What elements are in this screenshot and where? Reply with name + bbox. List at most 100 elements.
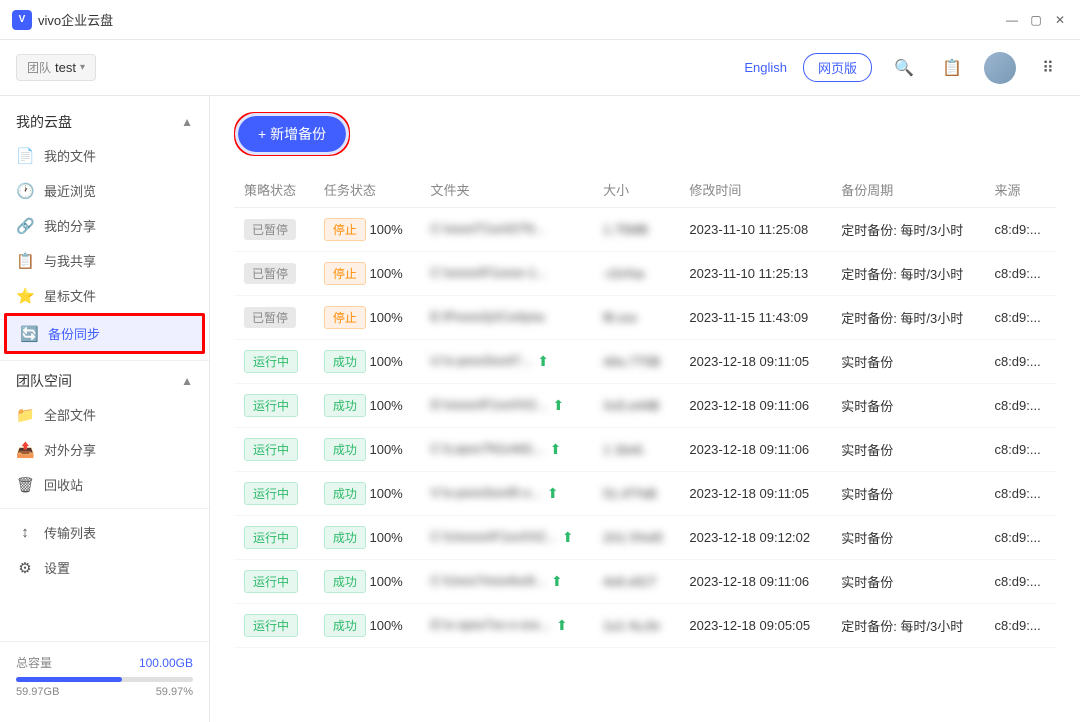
source-cell: c8:d9:... xyxy=(984,604,1056,648)
sidebar-item-starred[interactable]: ⭐ 星标文件 xyxy=(0,278,209,313)
policy-badge: 已暂停 xyxy=(244,263,296,284)
folder-cell: C:\xxxx\T1xx\GT9... xyxy=(421,208,594,252)
avatar[interactable] xyxy=(984,52,1016,84)
table-row[interactable]: 已暂停 停止 100% C:\xxxx\T1xx\GT9... 1.75MB 2… xyxy=(234,208,1056,252)
folder-path: C:\Uxxx7mxx4xx9... xyxy=(431,573,546,588)
notification-button[interactable]: 📋 xyxy=(936,52,968,84)
source-cell: c8:d9:... xyxy=(984,516,1056,560)
size-cell: f8.xxx xyxy=(593,296,679,340)
sidebar-item-all-files[interactable]: 📁 全部文件 xyxy=(0,397,209,432)
table-row[interactable]: 已暂停 停止 100% E:\Pxxxx2y\Cxxlyou f8.xxx 20… xyxy=(234,296,1056,340)
table-row[interactable]: 运行中 成功 100% D:\x-xpxx7xx-x-xxx... ⬆ 1u1 … xyxy=(234,604,1056,648)
backup-table-wrapper: 策略状态 任务状态 文件夹 大小 修改时间 备份周期 来源 已暂停 停止 100… xyxy=(210,172,1080,722)
add-backup-button[interactable]: + 新增备份 xyxy=(238,116,346,152)
close-button[interactable]: ✕ xyxy=(1052,12,1068,28)
col-source: 来源 xyxy=(984,172,1056,208)
size-value: 1u1 4u,6x xyxy=(603,618,660,633)
storage-info: 总容量 100.00GB 59.97GB 59.97% xyxy=(0,641,209,710)
policy-badge: 运行中 xyxy=(244,438,298,461)
task-status-cell: 成功 100% xyxy=(314,604,421,648)
folder-cell: D:\xxxxx\F1xxXX2... ⬆ xyxy=(421,384,594,428)
policy-status-cell: 已暂停 xyxy=(234,296,314,340)
sidebar-item-label: 设置 xyxy=(44,558,70,577)
policy-status-cell: 运行中 xyxy=(234,340,314,384)
table-row[interactable]: 运行中 成功 100% C:\Uxxxxx\F1xxXX2... ⬆ 2X1 5… xyxy=(234,516,1056,560)
backup-table: 策略状态 任务状态 文件夹 大小 修改时间 备份周期 来源 已暂停 停止 100… xyxy=(234,172,1056,648)
time-cell: 2023-12-18 09:11:06 xyxy=(679,560,831,604)
sidebar-item-recent[interactable]: 🕐 最近浏览 xyxy=(0,173,209,208)
policy-status-cell: 运行中 xyxy=(234,384,314,428)
source-cell: c8:d9:... xyxy=(984,384,1056,428)
size-value: 1.75MB xyxy=(603,222,648,237)
sidebar-item-backup-sync[interactable]: 🔄 备份同步 xyxy=(4,313,205,354)
size-value: Xx5.e44B xyxy=(603,398,659,413)
task-status-cell: 成功 100% xyxy=(314,384,421,428)
col-policy-status: 策略状态 xyxy=(234,172,314,208)
sidebar-item-external-share[interactable]: 📤 对外分享 xyxy=(0,432,209,467)
period-cell: 定时备份: 每时/3小时 xyxy=(831,252,984,296)
sidebar-item-label: 最近浏览 xyxy=(44,181,96,200)
folder-cell: C:\Uxxxxx\F1xxXX2... ⬆ xyxy=(421,516,594,560)
table-row[interactable]: 运行中 成功 100% V:\x-pxxxSxx45-x... ⬆ 51.4T%… xyxy=(234,472,1056,516)
task-badge: 成功 xyxy=(324,350,366,373)
period-cell: 实时备份 xyxy=(831,472,984,516)
folder-cell: U:\x-pxxxSxx47... ⬆ xyxy=(421,340,594,384)
source-cell: c8:d9:... xyxy=(984,296,1056,340)
task-pct: 100% xyxy=(369,618,402,633)
table-row[interactable]: 已暂停 停止 100% C:\xxxxx\F1xxxx-1... -r2x%a … xyxy=(234,252,1056,296)
table-row[interactable]: 运行中 成功 100% U:\x-pxxxSxx47... ⬆ 4Ax.7T5B… xyxy=(234,340,1056,384)
policy-status-cell: 运行中 xyxy=(234,472,314,516)
search-button[interactable]: 🔍 xyxy=(888,52,920,84)
task-pct: 100% xyxy=(369,398,402,413)
team-name: test xyxy=(55,60,76,75)
maximize-button[interactable]: ▢ xyxy=(1028,12,1044,28)
period-cell: 实时备份 xyxy=(831,384,984,428)
team-label: 团队 xyxy=(27,59,51,76)
all-files-icon: 📁 xyxy=(16,406,34,424)
toolbar: 团队 test ▾ English 网页版 🔍 📋 ⠿ xyxy=(0,40,1080,96)
sidebar-item-recycle[interactable]: 🗑 回收站 xyxy=(0,467,209,502)
grid-view-button[interactable]: ⠿ xyxy=(1032,52,1064,84)
folder-path: C:\Uxxxxx\F1xxXX2... xyxy=(431,529,557,544)
recent-icon: 🕐 xyxy=(16,182,34,200)
source-cell: c8:d9:... xyxy=(984,340,1056,384)
task-status-cell: 成功 100% xyxy=(314,560,421,604)
my-disk-collapse-icon[interactable]: ▲ xyxy=(181,115,193,129)
size-value: 4Ax.7T5B xyxy=(603,354,660,369)
folder-path: U:\x-pxxxSxx47... xyxy=(431,353,532,368)
table-row[interactable]: 运行中 成功 100% C:\Uxxx7mxx4xx9... ⬆ 4x9.x91… xyxy=(234,560,1056,604)
sidebar-item-shared-with-me[interactable]: 📋 与我共享 xyxy=(0,243,209,278)
sidebar-item-transfer-list[interactable]: ↕ 传输列表 xyxy=(0,515,209,550)
period-cell: 实时备份 xyxy=(831,428,984,472)
success-icon: ⬆ xyxy=(537,353,549,369)
sidebar-item-my-share[interactable]: 🔗 我的分享 xyxy=(0,208,209,243)
policy-status-cell: 已暂停 xyxy=(234,208,314,252)
source-cell: c8:d9:... xyxy=(984,472,1056,516)
add-backup-button-wrapper: + 新增备份 xyxy=(234,112,350,156)
sidebar-item-label: 我的分享 xyxy=(44,216,96,235)
team-space-title: 团队空间 xyxy=(16,371,72,391)
team-space-collapse-icon[interactable]: ▲ xyxy=(181,374,193,388)
my-disk-section-header: 我的云盘 ▲ xyxy=(0,108,209,136)
storage-pct: 59.97% xyxy=(156,686,193,698)
table-row[interactable]: 运行中 成功 100% C:\Lxpxx7N1x4d1... ⬆ 1 1bx6.… xyxy=(234,428,1056,472)
policy-badge: 已暂停 xyxy=(244,219,296,240)
team-selector[interactable]: 团队 test ▾ xyxy=(16,54,96,81)
size-cell: 4x9.x91T xyxy=(593,560,679,604)
col-folder: 文件夹 xyxy=(421,172,594,208)
size-cell: -r2x%a xyxy=(593,252,679,296)
storage-used: 59.97GB xyxy=(16,686,59,698)
content-header: + 新增备份 xyxy=(210,96,1080,156)
sidebar-item-settings[interactable]: ⚙ 设置 xyxy=(0,550,209,585)
storage-label: 总容量 xyxy=(16,654,52,671)
success-icon: ⬆ xyxy=(562,529,574,545)
webview-button[interactable]: 网页版 xyxy=(803,53,872,82)
table-row[interactable]: 运行中 成功 100% D:\xxxxx\F1xxXX2... ⬆ Xx5.e4… xyxy=(234,384,1056,428)
policy-badge: 已暂停 xyxy=(244,307,296,328)
minimize-button[interactable]: — xyxy=(1004,12,1020,28)
sidebar-item-my-files[interactable]: 📄 我的文件 xyxy=(0,138,209,173)
policy-badge: 运行中 xyxy=(244,570,298,593)
language-button[interactable]: English xyxy=(744,60,787,75)
task-pct: 100% xyxy=(369,222,402,237)
period-cell: 实时备份 xyxy=(831,560,984,604)
